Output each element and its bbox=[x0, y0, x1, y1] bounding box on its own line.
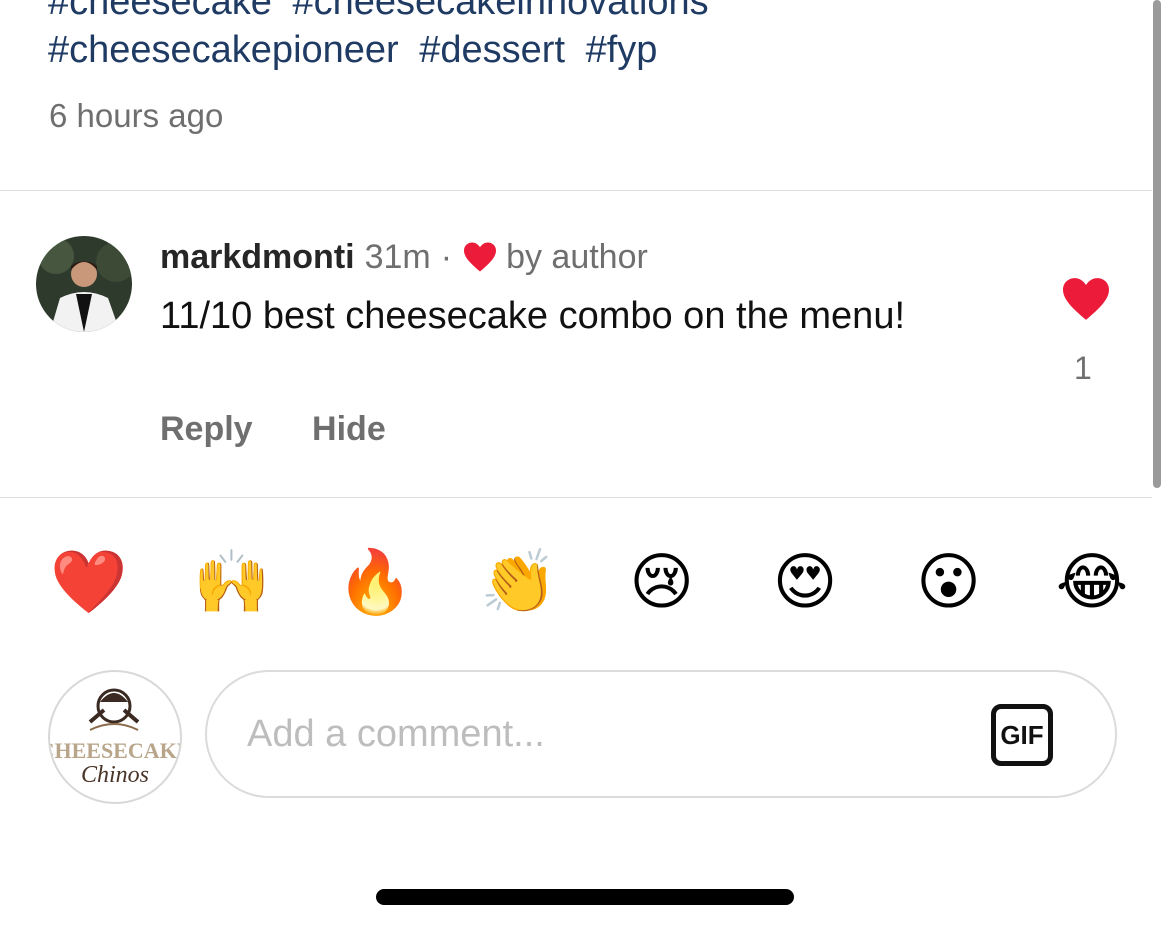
gif-button[interactable]: GIF bbox=[991, 704, 1053, 766]
comment-input[interactable] bbox=[245, 712, 949, 757]
raising-hands-icon[interactable]: 🙌 bbox=[193, 545, 270, 621]
home-indicator bbox=[376, 889, 794, 905]
quick-reactions-bar: ❤️ 🙌 🔥 👏 😢 😍 😮 😂 bbox=[50, 545, 1130, 621]
meta-separator: · bbox=[440, 238, 453, 276]
fire-icon[interactable]: 🔥 bbox=[337, 545, 414, 621]
avatar-photo bbox=[36, 236, 132, 332]
own-avatar: CHEESECAKE Chinos bbox=[48, 670, 182, 804]
hashtag-link[interactable]: #cheesecakepioneer bbox=[48, 29, 399, 71]
scrollbar[interactable] bbox=[1153, 0, 1161, 488]
red-heart-icon[interactable]: ❤️ bbox=[50, 545, 127, 621]
post-timestamp: 6 hours ago bbox=[49, 97, 224, 134]
liked-by-author-label: by author bbox=[506, 238, 648, 276]
post-caption-hashtags: #cheesecake #cheesecakeinnovations #chee… bbox=[48, 0, 1128, 74]
commenter-avatar[interactable] bbox=[36, 236, 132, 332]
hashtag-link[interactable]: #cheesecake bbox=[48, 0, 272, 23]
hide-button[interactable]: Hide bbox=[312, 410, 386, 448]
divider bbox=[0, 190, 1152, 191]
surprised-face-icon[interactable]: 😮 bbox=[911, 545, 987, 621]
comment-composer: GIF bbox=[205, 670, 1117, 798]
heart-eyes-face-icon[interactable]: 😍 bbox=[767, 545, 843, 621]
comment-text: 11/10 best cheesecake combo on the menu! bbox=[160, 295, 906, 337]
comment-username[interactable]: markdmonti bbox=[160, 236, 355, 278]
hashtag-link[interactable]: #fyp bbox=[586, 29, 658, 71]
heart-icon bbox=[464, 242, 497, 272]
svg-text:CHEESECAKE: CHEESECAKE bbox=[50, 738, 180, 763]
comment-time: 31m bbox=[364, 238, 431, 276]
divider bbox=[0, 497, 1152, 498]
hashtag-link[interactable]: #cheesecakeinnovations bbox=[293, 0, 709, 23]
clapping-hands-icon[interactable]: 👏 bbox=[480, 545, 557, 621]
crying-face-icon[interactable]: 😢 bbox=[624, 545, 700, 621]
reply-button[interactable]: Reply bbox=[160, 410, 253, 448]
comment-header: markdmonti 31m · by author bbox=[160, 236, 648, 278]
cheesecake-chinos-logo: CHEESECAKE Chinos bbox=[50, 688, 180, 788]
comment-actions: Reply Hide bbox=[160, 410, 436, 449]
hashtag-line-1: #cheesecake #cheesecakeinnovations bbox=[48, 0, 1128, 26]
like-heart-icon[interactable] bbox=[1060, 276, 1112, 322]
svg-text:Chinos: Chinos bbox=[81, 762, 149, 788]
hashtag-link[interactable]: #dessert bbox=[419, 29, 565, 71]
comments-screen: #cheesecake #cheesecakeinnovations #chee… bbox=[0, 0, 1170, 929]
like-count: 1 bbox=[1074, 350, 1092, 386]
hashtag-line-2: #cheesecakepioneer #dessert #fyp bbox=[48, 26, 1128, 74]
tears-of-joy-face-icon[interactable]: 😂 bbox=[1054, 545, 1130, 621]
